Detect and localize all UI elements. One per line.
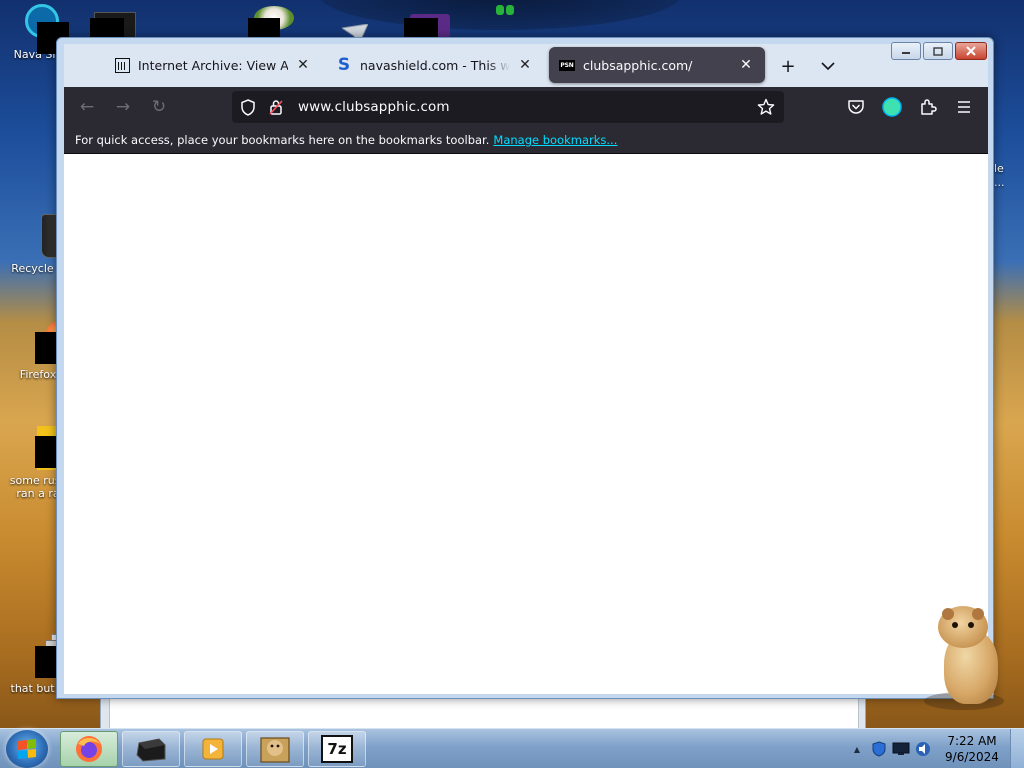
minimize-button[interactable] <box>891 42 921 60</box>
tab-title: Internet Archive: View Archive <box>138 57 288 73</box>
list-all-tabs-button[interactable] <box>815 53 841 79</box>
reload-button[interactable]: ↻ <box>145 93 173 121</box>
tab-strip: Internet Archive: View Archive ✕ S navas… <box>64 42 988 87</box>
7zip-label: 7z <box>327 740 347 758</box>
nava-shield-icon <box>21 4 69 54</box>
hamster-eye <box>968 622 974 628</box>
show-desktop-button[interactable] <box>1010 729 1024 768</box>
close-window-button[interactable] <box>955 42 987 60</box>
hamster-eye <box>952 622 958 628</box>
windows-logo-icon <box>18 739 36 759</box>
terminal-icon <box>136 738 166 762</box>
taskbar-hamster-box-button[interactable] <box>246 731 304 767</box>
page-content[interactable] <box>64 154 988 694</box>
tab-title: navashield.com - This website <box>360 57 510 73</box>
tab-title: clubsapphic.com/ <box>583 57 693 73</box>
shield-icon[interactable] <box>236 95 260 119</box>
manage-bookmarks-link[interactable]: Manage bookmarks... <box>493 133 617 147</box>
firefox-icon <box>76 736 102 762</box>
wallpaper-green-shape <box>496 4 526 16</box>
desktop-icon-label: le <box>994 162 1004 175</box>
url-text[interactable]: www.clubsapphic.com <box>298 99 450 115</box>
network-icon[interactable] <box>890 738 912 760</box>
bookmarks-toolbar: For quick access, place your bookmarks h… <box>64 127 988 154</box>
forward-button[interactable]: → <box>109 93 137 121</box>
hamster-ear <box>972 608 984 620</box>
account-button[interactable] <box>878 93 906 121</box>
tab-clubsapphic[interactable]: PSN clubsapphic.com/ ✕ <box>549 47 765 83</box>
hamster-box-icon <box>260 737 290 763</box>
system-tray: ▲ 7:22 AM 9/6/2024 <box>846 729 1024 768</box>
start-button[interactable] <box>6 730 48 768</box>
close-tab-icon[interactable]: ✕ <box>294 56 312 74</box>
taskbar-firefox-button[interactable] <box>60 731 118 767</box>
clock[interactable]: 7:22 AM 9/6/2024 <box>940 733 1004 765</box>
desktop-icon-label-clipped[interactable]: le ... <box>994 162 1005 190</box>
close-tab-icon[interactable]: ✕ <box>516 56 534 74</box>
window-controls <box>891 42 987 60</box>
stacked-windows-icon <box>21 632 77 678</box>
s-logo-icon: S <box>337 55 351 75</box>
app-menu-button[interactable] <box>950 93 978 121</box>
psn-logo-icon: PSN <box>559 57 575 73</box>
taskbar-terminal-button[interactable] <box>122 731 180 767</box>
navigation-toolbar: ← → ↻ www.clubsapphic.com <box>64 87 988 127</box>
show-hidden-icons-button[interactable]: ▲ <box>846 738 868 760</box>
hamster-desktop-pet[interactable] <box>924 606 1010 710</box>
7zip-icon: 7z <box>321 735 353 763</box>
minimize-icon <box>902 52 910 54</box>
media-player-icon <box>202 738 224 760</box>
maximize-icon <box>933 46 943 56</box>
desktop-icon-terminal[interactable] <box>90 6 138 40</box>
browser-window: Internet Archive: View Archive ✕ S navas… <box>56 37 994 699</box>
bookmark-star-icon[interactable] <box>754 95 778 119</box>
desktop-icon-flower[interactable] <box>248 6 296 40</box>
hamster-head <box>938 606 988 648</box>
desktop-icon-purple[interactable] <box>404 6 452 42</box>
taskbar-media-player-button[interactable] <box>184 731 242 767</box>
pocket-icon <box>848 100 864 114</box>
account-avatar-icon <box>882 97 902 117</box>
puzzle-icon <box>921 99 937 115</box>
background-window-content <box>109 698 859 730</box>
bookmarks-toolbar-message: For quick access, place your bookmarks h… <box>75 133 490 147</box>
clock-date: 9/6/2024 <box>945 750 999 764</box>
pocket-button[interactable] <box>842 93 870 121</box>
recycle-bin-icon <box>21 212 77 258</box>
shield-tray-icon[interactable] <box>868 738 890 760</box>
taskbar: 7z ▲ 7:22 AM 9/6/2024 <box>0 728 1024 768</box>
favicon-text: PSN <box>559 59 575 71</box>
insecure-lock-icon[interactable] <box>264 95 288 119</box>
chevron-down-icon <box>821 61 835 70</box>
tab-navashield[interactable]: S navashield.com - This website ✕ <box>326 47 544 83</box>
back-button[interactable]: ← <box>73 93 101 121</box>
close-tab-icon[interactable]: ✕ <box>737 56 755 74</box>
desktop-icon-label: ... <box>994 176 1005 189</box>
archive-icon <box>114 57 130 73</box>
new-tab-button[interactable]: + <box>775 53 801 79</box>
taskbar-7zip-button[interactable]: 7z <box>308 731 366 767</box>
extensions-button[interactable] <box>914 93 942 121</box>
background-window[interactable] <box>100 698 866 730</box>
close-icon <box>966 46 976 56</box>
clock-time: 7:22 AM <box>947 734 997 748</box>
tab-internet-archive[interactable]: Internet Archive: View Archive ✕ <box>104 47 322 83</box>
document-icon <box>21 424 77 470</box>
volume-icon[interactable] <box>912 738 934 760</box>
hamburger-menu-icon <box>958 101 970 113</box>
hamster-ear <box>942 608 954 620</box>
firefox-icon <box>21 318 79 364</box>
url-bar[interactable]: www.clubsapphic.com <box>232 91 784 123</box>
maximize-button[interactable] <box>923 42 953 60</box>
